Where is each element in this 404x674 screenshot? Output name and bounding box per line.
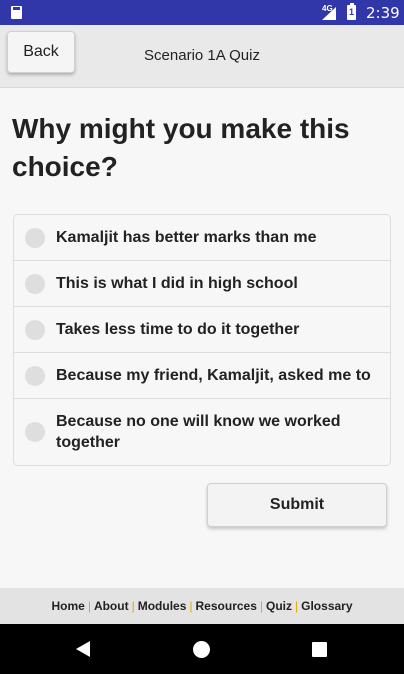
answer-options-list: Kamaljit has better marks than me This i… <box>13 214 391 466</box>
footer-separator: | <box>295 599 299 613</box>
radio-button-icon[interactable] <box>25 273 45 294</box>
footer-link-glossary[interactable]: Glossary <box>301 599 352 613</box>
footer-separator: | <box>189 599 193 613</box>
answer-option-label: Takes less time to do it together <box>56 321 300 338</box>
sd-card-icon <box>11 6 22 19</box>
footer-separator: | <box>87 599 91 613</box>
question-text: Why might you make this choice? <box>12 113 350 182</box>
footer-link-about[interactable]: About <box>94 599 129 613</box>
battery-level: 1 <box>348 7 354 17</box>
answer-option-label: Because no one will know we worked toget… <box>56 413 341 451</box>
system-nav-bar <box>0 624 404 674</box>
answer-option-label: Because my friend, Kamaljit, asked me to <box>56 367 371 384</box>
page-title: Scenario 1A Quiz <box>144 47 260 64</box>
app-header: Back Scenario 1A Quiz <box>0 25 404 88</box>
footer-separator: | <box>259 599 264 613</box>
answer-option[interactable]: Kamaljit has better marks than me <box>14 215 390 261</box>
radio-button-icon[interactable] <box>25 422 45 442</box>
status-time: 2:39 <box>366 4 400 22</box>
recent-apps-icon[interactable] <box>312 642 327 657</box>
answer-option[interactable]: Because no one will know we worked toget… <box>14 399 390 465</box>
submit-button[interactable]: Submit <box>207 483 387 527</box>
radio-button-icon[interactable] <box>25 365 45 386</box>
footer-separator: | <box>131 599 135 613</box>
answer-option-label: This is what I did in high school <box>56 275 298 292</box>
answer-option[interactable]: Takes less time to do it together <box>14 307 390 353</box>
network-type-label: 4G <box>322 4 333 13</box>
answer-option[interactable]: Because my friend, Kamaljit, asked me to <box>14 353 390 399</box>
footer-link-quiz[interactable]: Quiz <box>266 599 292 613</box>
home-circle-icon[interactable] <box>193 641 210 658</box>
footer-nav: Home | About | Modules | Resources | Qui… <box>0 588 404 624</box>
footer-link-home[interactable]: Home <box>51 599 84 613</box>
status-bar: 4G 1 2:39 <box>0 0 404 25</box>
radio-button-icon[interactable] <box>25 319 45 340</box>
back-triangle-icon[interactable] <box>76 641 90 657</box>
answer-option[interactable]: This is what I did in high school <box>14 261 390 307</box>
answer-option-label: Kamaljit has better marks than me <box>56 229 317 246</box>
radio-button-icon[interactable] <box>25 227 45 248</box>
back-button[interactable]: Back <box>7 31 75 73</box>
footer-link-resources[interactable]: Resources <box>196 599 257 613</box>
footer-link-modules[interactable]: Modules <box>138 599 187 613</box>
battery-icon: 1 <box>347 3 356 20</box>
